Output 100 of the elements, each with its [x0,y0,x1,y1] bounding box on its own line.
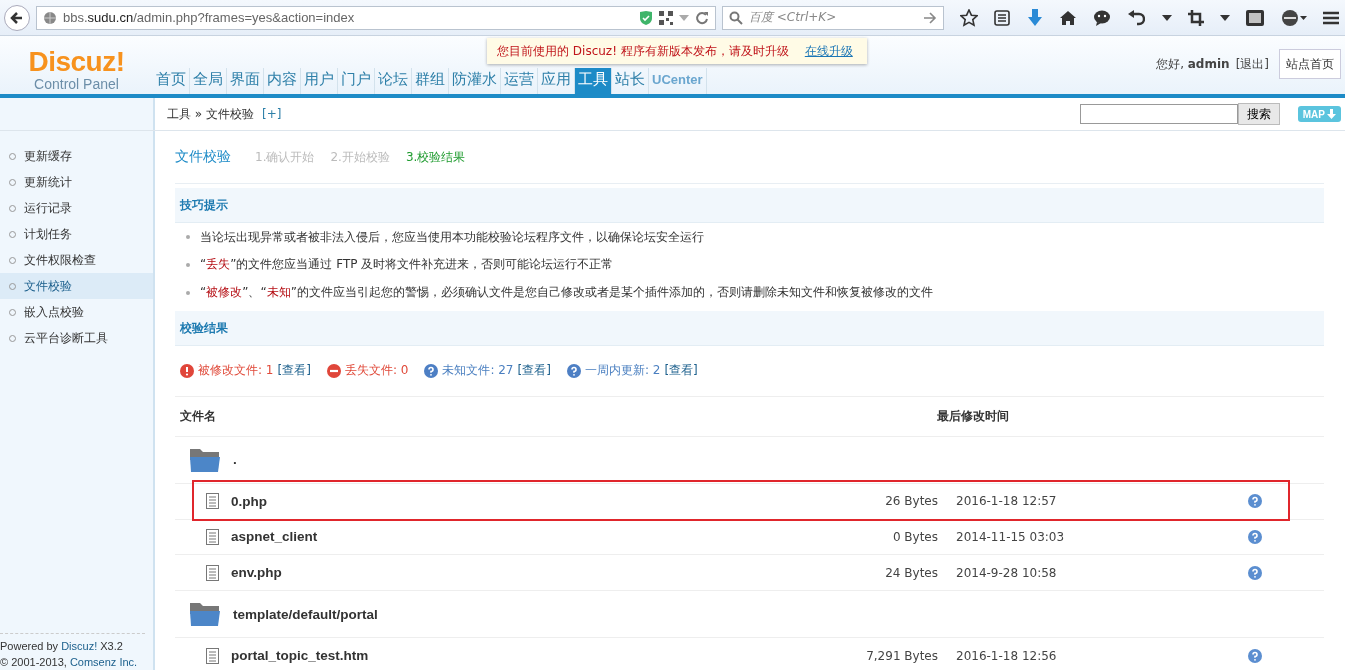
back-button[interactable] [4,4,30,31]
nav-tab[interactable]: 门户 [338,68,375,94]
nav-tab[interactable]: 内容 [264,68,301,94]
view-link[interactable]: [查看] [517,362,551,380]
page-title: 文件校验 [175,148,231,167]
sidebar-item[interactable]: 文件校验 [0,273,153,299]
tip-text: “丢失”的文件您应当通过 FTP 及时将文件补充进来，否则可能论坛运行不正常 [200,256,614,274]
list-icon[interactable] [994,9,1011,26]
file-size: 26 Bytes [885,494,938,509]
file-name: portal_topic_test.htm [231,648,369,664]
section-header: 校验结果 [175,310,1324,346]
folder-name: . [233,452,237,468]
minus-icon [326,364,341,378]
stat-label: 被修改文件: 1 [198,362,274,380]
download-icon[interactable] [1026,8,1043,27]
powered-by-text: Powered by Discuz! X3.2 [0,639,124,654]
help-icon[interactable] [1248,565,1262,580]
upgrade-link[interactable]: 在线升级 [804,42,853,60]
breadcrumb: 工具 » 文件校验 [167,105,254,123]
logout-link[interactable]: [退出] [1235,55,1269,73]
company-link[interactable]: Comsenz Inc. [69,656,138,668]
sidebar-item[interactable]: 文件权限检查 [0,247,153,273]
search-icon [729,10,743,25]
sidebar-item[interactable]: 运行记录 [0,195,153,221]
file-size: 7,291 Bytes [866,648,938,663]
folder-name: template/default/portal [233,606,378,622]
sidebar-item[interactable]: 嵌入点校验 [0,299,153,325]
file-name: aspnet_client [231,529,318,545]
view-link[interactable]: [查看] [664,362,698,380]
arrow-right-icon[interactable] [923,11,937,24]
logo: Discuz! [28,48,125,76]
nav-tab[interactable]: 用户 [301,68,338,94]
stat-label: 丢失文件: 0 [344,362,409,380]
file-size: 0 Bytes [892,529,938,544]
file-icon [206,647,219,664]
search-input[interactable] [1079,104,1238,124]
modified-time: 2014-11-15 03:03 [955,529,1066,544]
folder-icon [189,601,221,628]
nav-tab[interactable]: 界面 [227,68,264,94]
sidebar-item[interactable]: 计划任务 [0,221,153,247]
modified-time: 2014-9-28 10:58 [955,565,1058,580]
stat-label: 一周内更新: 2 [584,362,661,380]
step-label: 2.开始校验 [330,148,390,166]
folder-icon [189,446,221,473]
modified-time: 2016-1-18 12:57 [955,494,1058,509]
nav-tab[interactable]: 论坛 [375,68,412,94]
sidebar-item[interactable]: 更新缓存 [0,143,153,169]
help-icon [566,364,581,378]
home-icon[interactable] [1058,9,1077,26]
chat-icon[interactable] [1093,9,1112,26]
shield-icon[interactable] [639,9,653,26]
file-name: 0.php [231,493,267,509]
search-field[interactable]: 百度 <Ctrl+K> [722,5,944,30]
site-home-button[interactable]: 站点首页 [1279,49,1341,79]
help-icon[interactable] [1248,494,1262,509]
column-header: 文件名 [180,407,217,425]
help-icon[interactable] [1248,648,1262,663]
step-label: 3.校验结果 [405,148,466,166]
file-icon [206,528,219,545]
star-icon[interactable] [960,8,978,27]
address-field[interactable]: bbs.sudu.cn/admin.php?frames=yes&action=index [36,5,716,30]
file-icon [206,493,219,510]
column-header: 最后修改时间 [937,407,1010,425]
caret-icon[interactable] [1161,14,1172,21]
add-shortcut-link[interactable]: [+] [262,107,282,121]
sidebar-item[interactable]: 云平台诊断工具 [0,325,153,351]
file-size: 24 Bytes [885,565,938,580]
file-icon [206,564,219,581]
nav-tab[interactable]: 首页 [153,68,190,94]
nav-tab[interactable]: 运营 [501,68,538,94]
stat-label: 未知文件: 27 [442,362,514,380]
logo-subtitle: Control Panel [34,76,119,92]
section-header: 技巧提示 [175,188,1324,224]
down-arrow-icon [1327,109,1336,119]
nav-tab[interactable]: 全局 [190,68,227,94]
user-greeting: 您好, admin [1156,55,1230,73]
back-arrow-icon [9,9,25,26]
nav-tab[interactable]: 群组 [412,68,449,94]
alert-icon [180,364,194,378]
caret-icon[interactable] [1220,14,1231,21]
tip-text: 当论坛出现异常或者被非法入侵后，您应当使用本功能校验论坛程序文件，以确保论坛安全运行 [200,228,704,246]
view-link[interactable]: [查看] [277,362,311,380]
brand-link[interactable]: Discuz! [61,640,98,652]
nav-tab[interactable]: 防灌水 [449,68,501,94]
undo-icon[interactable] [1127,9,1146,26]
tip-text: “被修改”、“未知”的文件应当引起您的警惕，必须确认文件是您自己修改或者是某个插件添加的，否则请删除未知文件和恢复被修改的文件 [200,284,933,302]
help-icon[interactable] [1248,529,1262,544]
menu-icon[interactable] [1322,10,1339,25]
search-button[interactable]: 搜索 [1237,103,1280,125]
copyright-text: © 2001-2013, Comsenz Inc. [0,655,139,670]
reload-icon[interactable] [695,10,709,25]
crop-icon[interactable] [1187,9,1204,26]
nav-tab[interactable]: 站长 [612,68,649,94]
nav-tab[interactable]: 工具 [575,68,612,94]
notice-text: 您目前使用的 Discuz! 程序有新版本发布，请及时升级 [497,42,789,60]
qr-code-icon[interactable] [659,10,673,25]
step-label: 1.确认开始 [255,148,315,166]
modified-time: 2016-1-18 12:56 [955,648,1058,663]
sidebar-item[interactable]: 更新统计 [0,169,153,195]
file-name: env.php [231,565,282,581]
